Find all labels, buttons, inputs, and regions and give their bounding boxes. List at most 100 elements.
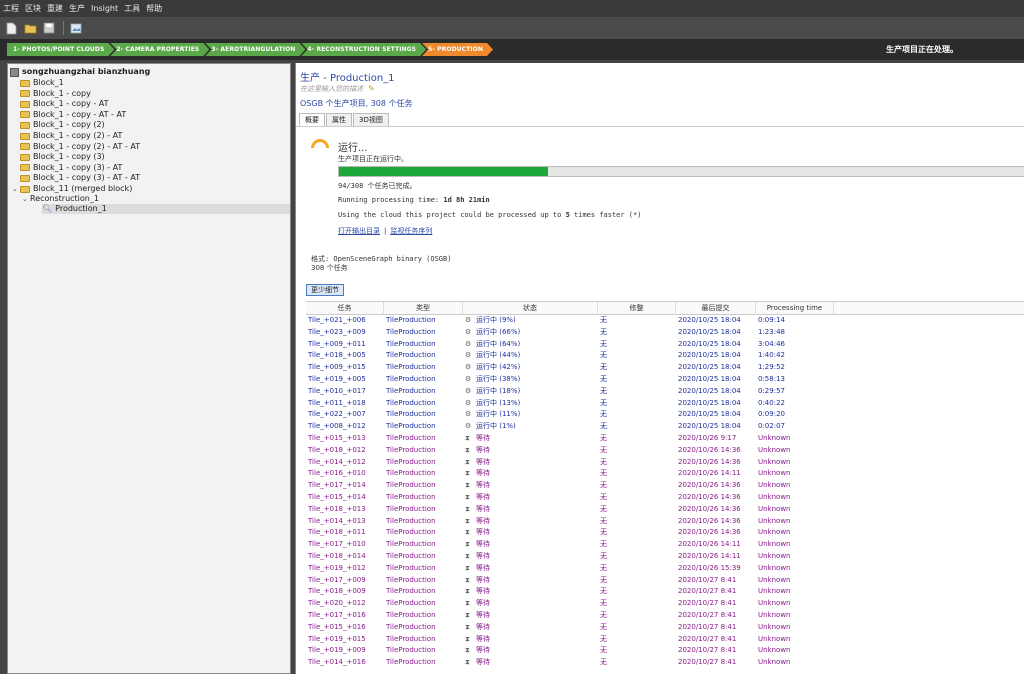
cell-submitted: 2020/10/27 8:41 xyxy=(678,634,737,643)
menu-item-0[interactable]: 工程 xyxy=(3,3,19,14)
hourglass-icon: ⧗ xyxy=(465,492,470,501)
tree-block-1[interactable]: Block_1 - copy xyxy=(12,89,91,99)
cell-status: ⧗ 等待 xyxy=(465,527,490,539)
table-row[interactable]: Tile_+021_+006 TileProduction ⚙ 运行中 (9%) 无 20… xyxy=(306,315,1024,327)
less-details-button[interactable]: 更少细节 xyxy=(306,284,344,296)
tree-block-4[interactable]: Block_1 - copy (2) xyxy=(12,120,105,130)
tree-block-9[interactable]: Block_1 - copy (3) - AT - AT xyxy=(12,173,140,183)
cell-type: TileProduction xyxy=(386,622,436,631)
table-row[interactable]: Tile_+016_+010 TileProduction ⧗ 等待 无 2020/10/… xyxy=(306,468,1024,480)
cell-task: Tile_+020_+012 xyxy=(308,599,366,608)
cell-task: Tile_+022_+007 xyxy=(308,410,366,419)
workflow-step-1[interactable]: 1- PHOTOS/POINT CLOUDS xyxy=(7,43,114,56)
table-row[interactable]: Tile_+014_+016 TileProduction ⧗ 等待 无 2020/10/… xyxy=(306,657,1024,669)
workflow-step-4[interactable]: 4- RECONSTRUCTION SETTINGS xyxy=(301,43,426,56)
table-row[interactable]: Tile_+020_+012 TileProduction ⧗ 等待 无 2020/10/… xyxy=(306,598,1024,610)
table-row[interactable]: Tile_+019_+005 TileProduction ⚙ 运行中 (38%) 无 2… xyxy=(306,374,1024,386)
table-row[interactable]: Tile_+018_+012 TileProduction ⧗ 等待 无 2020/10/… xyxy=(306,445,1024,457)
collapse-arrow-icon[interactable]: ⌄ xyxy=(22,194,30,204)
menu-item-2[interactable]: 重建 xyxy=(47,3,63,14)
table-row[interactable]: Tile_+011_+018 TileProduction ⚙ 运行中 (13%) 无 2… xyxy=(306,398,1024,410)
edit-pencil-icon[interactable]: ✎ xyxy=(368,84,375,93)
table-row[interactable]: Tile_+015_+013 TileProduction ⧗ 等待 无 2020/10/… xyxy=(306,433,1024,445)
table-row[interactable]: Tile_+014_+012 TileProduction ⧗ 等待 无 2020/10/… xyxy=(306,457,1024,469)
cell-warnings: 无 xyxy=(600,374,607,383)
workflow-step-3[interactable]: 3- AEROTRIANGULATION xyxy=(205,43,305,56)
tab-properties[interactable]: 属性 xyxy=(326,113,352,126)
collapse-arrow-icon[interactable]: ⌄ xyxy=(12,184,20,194)
tab-summary[interactable]: 概要 xyxy=(299,113,325,126)
table-row[interactable]: Tile_+015_+016 TileProduction ⧗ 等待 无 2020/10/… xyxy=(306,622,1024,634)
tree-project[interactable]: songzhuangzhai bianzhuang xyxy=(10,67,150,77)
tree-block-2[interactable]: Block_1 - copy - AT xyxy=(12,99,109,109)
table-row[interactable]: Tile_+017_+010 TileProduction ⧗ 等待 无 2020/10/… xyxy=(306,539,1024,551)
tab-3d-view[interactable]: 3D视图 xyxy=(353,113,389,126)
menu-item-6[interactable]: 帮助 xyxy=(146,3,162,14)
table-row[interactable]: Tile_+017_+009 TileProduction ⧗ 等待 无 2020/10/… xyxy=(306,575,1024,587)
table-row[interactable]: Tile_+023_+009 TileProduction ⚙ 运行中 (66%) 无 2… xyxy=(306,327,1024,339)
table-row[interactable]: Tile_+019_+012 TileProduction ⧗ 等待 无 2020/10/… xyxy=(306,563,1024,575)
save-icon[interactable] xyxy=(42,21,56,35)
table-row[interactable]: Tile_+018_+011 TileProduction ⧗ 等待 无 2020/10/… xyxy=(306,527,1024,539)
table-row[interactable]: Tile_+009_+015 TileProduction ⚙ 运行中 (42%) 无 2… xyxy=(306,362,1024,374)
monitor-queue-link[interactable]: 监视任务序列 xyxy=(390,227,432,235)
menu-item-1[interactable]: 区块 xyxy=(25,3,41,14)
runtime-text: Running processing time: 1d 8h 21min xyxy=(338,196,490,204)
table-row[interactable]: Tile_+017_+014 TileProduction ⧗ 等待 无 2020/10/… xyxy=(306,480,1024,492)
table-row[interactable]: Tile_+010_+017 TileProduction ⚙ 运行中 (18%) 无 2… xyxy=(306,386,1024,398)
col-header-processing-time[interactable]: Processing time xyxy=(756,302,834,315)
description-field[interactable]: 在这里输入您的描述 xyxy=(300,84,363,94)
tree-block-5[interactable]: Block_1 - copy (2) - AT xyxy=(12,131,122,141)
new-file-icon[interactable] xyxy=(4,21,18,35)
col-header-task[interactable]: 任务 xyxy=(306,302,384,315)
toolbar xyxy=(0,17,1024,40)
table-row[interactable]: Tile_+018_+005 TileProduction ⚙ 运行中 (44%) 无 2… xyxy=(306,350,1024,362)
cell-task: Tile_+015_+014 xyxy=(308,492,366,501)
tree-block-10[interactable]: ⌄ Block_11 (merged block) xyxy=(12,184,132,194)
cell-processing-time: Unknown xyxy=(758,563,791,572)
open-folder-icon[interactable] xyxy=(23,21,37,35)
table-body: Tile_+021_+006 TileProduction ⚙ 运行中 (9%) 无 20… xyxy=(306,315,1024,669)
hourglass-icon: ⧗ xyxy=(465,634,470,643)
table-row[interactable]: Tile_+019_+009 TileProduction ⧗ 等待 无 2020/10/… xyxy=(306,645,1024,657)
tree-production[interactable]: 🔍︎ Production_1 xyxy=(42,204,290,214)
table-row[interactable]: Tile_+019_+015 TileProduction ⧗ 等待 无 2020/10/… xyxy=(306,634,1024,646)
table-row[interactable]: Tile_+014_+013 TileProduction ⧗ 等待 无 2020/10/… xyxy=(306,516,1024,528)
col-header-status[interactable]: 状态 xyxy=(463,302,598,315)
cell-warnings: 无 xyxy=(600,575,607,584)
table-row[interactable]: Tile_+009_+011 TileProduction ⚙ 运行中 (64%) 无 2… xyxy=(306,339,1024,351)
menu-item-3[interactable]: 生产 xyxy=(69,3,85,14)
tree-block-7[interactable]: Block_1 - copy (3) xyxy=(12,152,105,162)
cell-task: Tile_+023_+009 xyxy=(308,327,366,336)
table-row[interactable]: Tile_+018_+009 TileProduction ⧗ 等待 无 2020/10/… xyxy=(306,586,1024,598)
open-output-link[interactable]: 打开输出目录 xyxy=(338,227,380,235)
tree-block-0[interactable]: Block_1 xyxy=(12,78,64,88)
tree-block-6[interactable]: Block_1 - copy (2) - AT - AT xyxy=(12,142,140,152)
table-row[interactable]: Tile_+022_+007 TileProduction ⚙ 运行中 (11%) 无 2… xyxy=(306,409,1024,421)
table-row[interactable]: Tile_+018_+013 TileProduction ⧗ 等待 无 2020/10/… xyxy=(306,504,1024,516)
table-row[interactable]: Tile_+018_+014 TileProduction ⧗ 等待 无 2020/10/… xyxy=(306,551,1024,563)
menu-item-4[interactable]: Insight xyxy=(91,4,118,13)
running-gear-icon: ⚙ xyxy=(465,327,472,336)
col-header-submitted[interactable]: 最后提交 xyxy=(676,302,756,315)
tree-reconstruction[interactable]: ⌄ Reconstruction_1 xyxy=(22,194,99,204)
tree-block-3[interactable]: Block_1 - copy - AT - AT xyxy=(12,110,126,120)
workflow-step-2[interactable]: 2- CAMERA PROPERTIES xyxy=(110,43,209,56)
running-gear-icon: ⚙ xyxy=(465,422,472,431)
cloud-text-suffix: times faster (*) xyxy=(569,211,642,219)
tree-block-8[interactable]: Block_1 - copy (3) - AT xyxy=(12,163,122,173)
menu-item-5[interactable]: 工具 xyxy=(124,3,140,14)
cell-type: TileProduction xyxy=(386,516,436,525)
workflow-step-5[interactable]: 5- PRODUCTION xyxy=(422,43,493,56)
cell-submitted: 2020/10/26 15:39 xyxy=(678,563,741,572)
cell-processing-time: 0:29:57 xyxy=(758,386,785,395)
screenshot-icon[interactable] xyxy=(69,21,83,35)
hourglass-icon: ⧗ xyxy=(465,457,470,466)
col-header-type[interactable]: 类型 xyxy=(384,302,463,315)
table-row[interactable]: Tile_+015_+014 TileProduction ⧗ 等待 无 2020/10/… xyxy=(306,492,1024,504)
table-row[interactable]: Tile_+008_+012 TileProduction ⚙ 运行中 (1%) 无 20… xyxy=(306,421,1024,433)
running-gear-icon: ⚙ xyxy=(465,339,472,348)
table-row[interactable]: Tile_+017_+016 TileProduction ⧗ 等待 无 2020/10/… xyxy=(306,610,1024,622)
col-header-warnings[interactable]: 修整 xyxy=(598,302,676,315)
cell-task: Tile_+014_+016 xyxy=(308,658,366,667)
